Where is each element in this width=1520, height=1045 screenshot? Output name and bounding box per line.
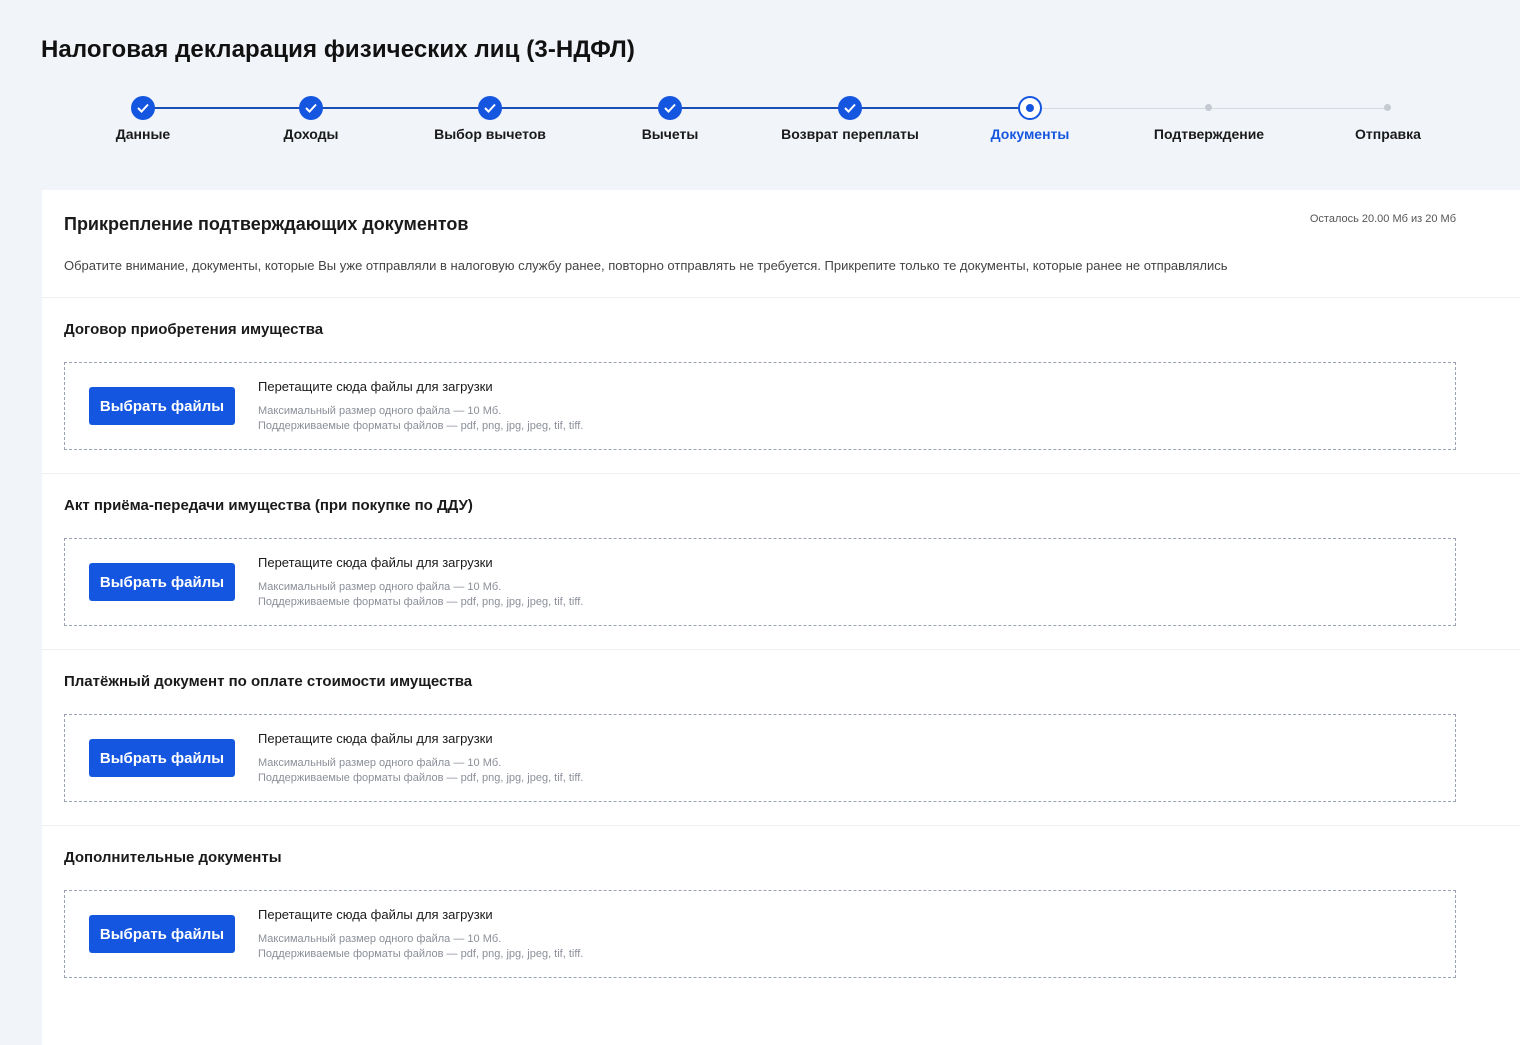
step-deductions[interactable]: Вычеты xyxy=(580,90,760,142)
card-header: Прикрепление подтверждающих документов О… xyxy=(42,190,1520,298)
pending-dot-icon xyxy=(1384,104,1391,111)
step-confirmation: Подтверждение xyxy=(1119,90,1299,142)
step-submission: Отправка xyxy=(1298,90,1478,142)
section-title: Платёжный документ по оплате стоимости и… xyxy=(64,673,473,690)
step-overpayment-refund[interactable]: Возврат переплаты xyxy=(760,90,940,142)
drop-instructions: Перетащите сюда файлы для загрузки xyxy=(258,379,493,394)
section-payment-document: Платёжный документ по оплате стоимости и… xyxy=(42,650,1520,826)
step-deduction-choice[interactable]: Выбор вычетов xyxy=(400,90,580,142)
section-transfer-act: Акт приёма-передачи имущества (при покуп… xyxy=(42,474,1520,650)
current-step-icon xyxy=(1018,96,1042,120)
max-size-hint: Максимальный размер одного файла — 10 Мб… xyxy=(258,405,502,417)
section-title: Дополнительные документы xyxy=(64,849,282,866)
step-label: Подтверждение xyxy=(1153,126,1265,142)
choose-files-button[interactable]: Выбрать файлы xyxy=(89,387,235,425)
pending-dot-icon xyxy=(1205,104,1212,111)
choose-files-button[interactable]: Выбрать файлы xyxy=(89,915,235,953)
section-additional-documents: Дополнительные документы Выбрать файлы П… xyxy=(42,826,1520,1002)
choose-files-button[interactable]: Выбрать файлы xyxy=(89,563,235,601)
check-icon xyxy=(478,96,502,120)
step-label: Отправка xyxy=(1355,126,1421,142)
drop-instructions: Перетащите сюда файлы для загрузки xyxy=(258,555,493,570)
page-title: Налоговая декларация физических лиц (3-Н… xyxy=(41,36,635,63)
formats-hint: Поддерживаемые форматы файлов — pdf, png… xyxy=(258,596,584,608)
check-icon xyxy=(658,96,682,120)
step-label: Документы xyxy=(990,126,1070,142)
storage-quota: Осталось 20.00 Мб из 20 Мб xyxy=(1309,213,1456,225)
progress-stepper: Данные Доходы Выбор вычетов Вычеты Возвр… xyxy=(0,90,1520,160)
step-income[interactable]: Доходы xyxy=(221,90,401,142)
section-title: Договор приобретения имущества xyxy=(64,321,324,338)
card-title: Прикрепление подтверждающих документов xyxy=(64,214,469,234)
file-dropzone[interactable]: Выбрать файлы Перетащите сюда файлы для … xyxy=(64,362,1456,450)
section-title: Акт приёма-передачи имущества (при покуп… xyxy=(64,497,473,514)
drop-instructions: Перетащите сюда файлы для загрузки xyxy=(258,731,493,746)
check-icon xyxy=(299,96,323,120)
drop-instructions: Перетащите сюда файлы для загрузки xyxy=(258,907,493,922)
formats-hint: Поддерживаемые форматы файлов — pdf, png… xyxy=(258,948,584,960)
max-size-hint: Максимальный размер одного файла — 10 Мб… xyxy=(258,581,502,593)
step-label: Данные xyxy=(115,126,171,142)
documents-card: Прикрепление подтверждающих документов О… xyxy=(42,190,1520,1045)
check-icon xyxy=(131,96,155,120)
section-purchase-contract: Договор приобретения имущества Выбрать ф… xyxy=(42,298,1520,474)
step-label: Доходы xyxy=(283,126,339,142)
step-documents[interactable]: Документы xyxy=(940,90,1120,142)
max-size-hint: Максимальный размер одного файла — 10 Мб… xyxy=(258,933,502,945)
notice-text: Обратите внимание, документы, которые Вы… xyxy=(64,258,1228,273)
step-label: Возврат переплаты xyxy=(781,126,919,142)
check-icon xyxy=(838,96,862,120)
step-data[interactable]: Данные xyxy=(53,90,233,142)
max-size-hint: Максимальный размер одного файла — 10 Мб… xyxy=(258,757,502,769)
choose-files-button[interactable]: Выбрать файлы xyxy=(89,739,235,777)
step-label: Выбор вычетов xyxy=(434,126,546,142)
file-dropzone[interactable]: Выбрать файлы Перетащите сюда файлы для … xyxy=(64,714,1456,802)
file-dropzone[interactable]: Выбрать файлы Перетащите сюда файлы для … xyxy=(64,538,1456,626)
step-label: Вычеты xyxy=(641,126,699,142)
file-dropzone[interactable]: Выбрать файлы Перетащите сюда файлы для … xyxy=(64,890,1456,978)
formats-hint: Поддерживаемые форматы файлов — pdf, png… xyxy=(258,772,584,784)
formats-hint: Поддерживаемые форматы файлов — pdf, png… xyxy=(258,420,584,432)
